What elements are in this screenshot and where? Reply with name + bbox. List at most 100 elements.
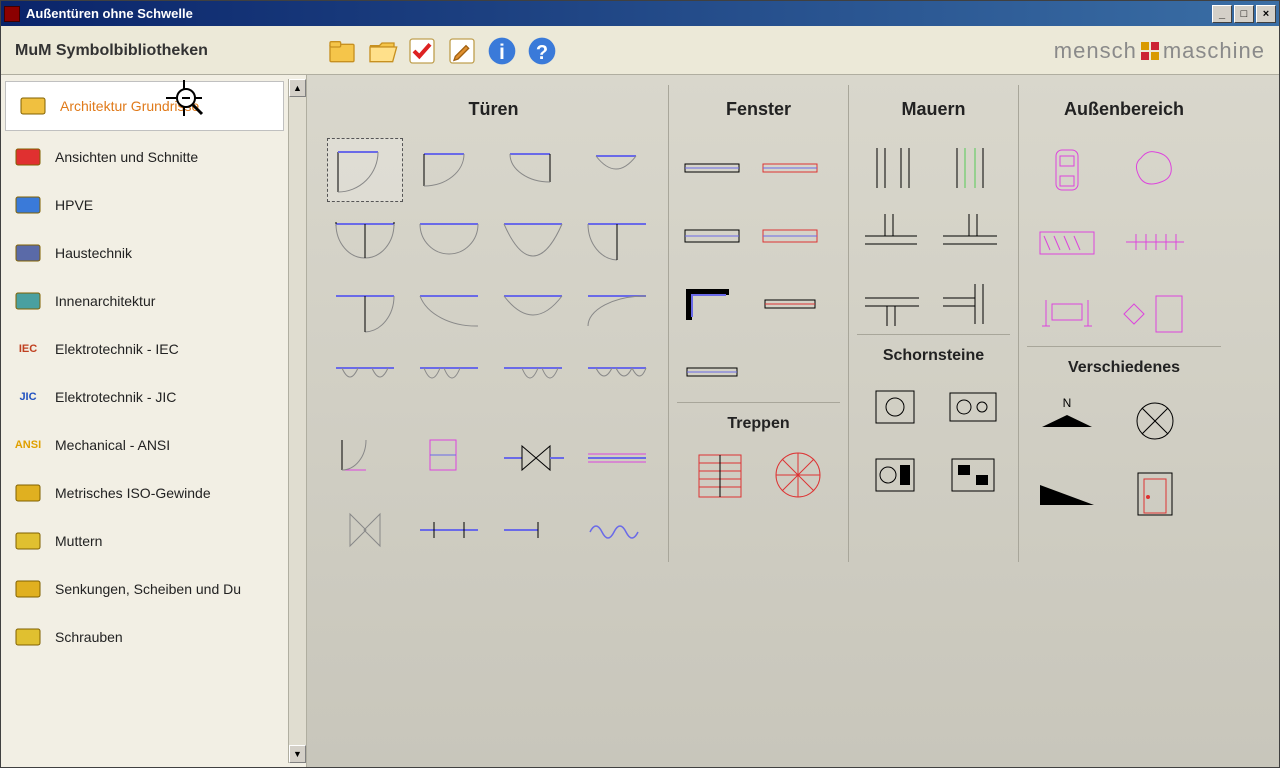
sidebar-item-9[interactable]: Muttern <box>1 517 288 565</box>
symbol-door-r6-3[interactable] <box>495 498 571 562</box>
category-tueren: Türen <box>319 85 669 562</box>
symbol-door-double-4[interactable] <box>579 210 655 274</box>
sidebar-item-label: Muttern <box>55 533 102 549</box>
sidebar-item-2[interactable]: HPVE <box>1 181 288 229</box>
symbol-door-elev[interactable] <box>1115 461 1195 525</box>
symbol-door-double-3[interactable] <box>495 210 571 274</box>
symbol-hedge[interactable] <box>1027 210 1107 274</box>
sidebar-item-1[interactable]: Ansichten und Schnitte <box>1 133 288 181</box>
symbol-stairs-straight[interactable] <box>685 445 755 505</box>
symbol-door-r5-3[interactable] <box>495 426 571 490</box>
symbol-door-r4-3[interactable] <box>495 354 571 418</box>
north-label: N <box>1063 396 1072 410</box>
symbol-wedge[interactable] <box>1027 461 1107 525</box>
category-aussenbereich: Außenbereich Verschiedenes N <box>1019 85 1229 562</box>
symbol-door-single-4[interactable] <box>579 138 655 202</box>
symbol-wall-1[interactable] <box>857 138 927 198</box>
symbol-chimney-1[interactable] <box>860 377 930 437</box>
symbol-door-r6-1[interactable] <box>327 498 403 562</box>
symbol-door-r3-2[interactable] <box>411 282 487 346</box>
symbol-circle-cross[interactable] <box>1115 389 1195 453</box>
sidebar-item-6[interactable]: JICElektrotechnik - JIC <box>1 373 288 421</box>
info-icon[interactable]: i <box>485 34 519 68</box>
category-title-treppen: Treppen <box>677 402 840 445</box>
symbol-door-double-2[interactable] <box>411 210 487 274</box>
symbol-table[interactable] <box>1027 282 1107 346</box>
symbol-door-r3-4[interactable] <box>579 282 655 346</box>
symbol-door-r5-1[interactable] <box>327 426 403 490</box>
sidebar-item-4[interactable]: Innenarchitektur <box>1 277 288 325</box>
symbol-wall-t2[interactable] <box>935 206 1005 266</box>
symbol-car[interactable] <box>1027 138 1107 202</box>
symbol-door-r3-3[interactable] <box>495 282 571 346</box>
symbol-door-r4-2[interactable] <box>411 354 487 418</box>
symbol-north-arrow[interactable]: N <box>1027 389 1107 453</box>
sidebar-item-icon: JIC <box>11 383 45 411</box>
symbol-chimney-4[interactable] <box>938 445 1008 505</box>
scroll-track[interactable] <box>289 97 306 745</box>
symbol-chimney-2[interactable] <box>938 377 1008 437</box>
symbol-door-r6-4[interactable] <box>579 498 655 562</box>
symbol-tree[interactable] <box>1115 138 1195 202</box>
sidebar-item-11[interactable]: Schrauben <box>1 613 288 661</box>
symbol-wall-t1[interactable] <box>857 206 927 266</box>
maximize-button[interactable]: □ <box>1234 5 1254 23</box>
symbol-door-r5-4[interactable] <box>579 426 655 490</box>
brand-square-icon <box>1141 42 1159 60</box>
scroll-up-icon[interactable]: ▲ <box>289 79 306 97</box>
symbol-wall-t3[interactable] <box>857 274 927 334</box>
sidebar-item-icon <box>11 143 45 171</box>
check-icon[interactable] <box>405 34 439 68</box>
sidebar-scrollbar[interactable]: ▲ ▼ <box>288 79 306 763</box>
sidebar-item-5[interactable]: IECElektrotechnik - IEC <box>1 325 288 373</box>
thumbs-mauern <box>857 138 1010 334</box>
scroll-down-icon[interactable]: ▼ <box>289 745 306 763</box>
category-mauern: Mauern Schornsteine <box>849 85 1019 562</box>
symbol-door-r5-2[interactable] <box>411 426 487 490</box>
app-icon <box>4 6 20 22</box>
sidebar-item-3[interactable]: Haustechnik <box>1 229 288 277</box>
sidebar-item-0[interactable]: Architektur Grundrisse <box>5 81 284 131</box>
sidebar-item-10[interactable]: Senkungen, Scheiben und Du <box>1 565 288 613</box>
symbol-window-3[interactable] <box>677 206 747 266</box>
toolbar-buttons: i ? <box>325 34 559 68</box>
sidebar-item-icon <box>11 575 45 603</box>
symbol-chimney-3[interactable] <box>860 445 930 505</box>
edit-icon[interactable] <box>445 34 479 68</box>
symbol-window-5[interactable] <box>755 274 825 334</box>
close-button[interactable]: × <box>1256 5 1276 23</box>
symbol-door-single-2[interactable] <box>411 138 487 202</box>
symbol-window-corner[interactable] <box>677 274 747 334</box>
symbol-window-6[interactable] <box>677 342 747 402</box>
symbol-door-double-1[interactable] <box>327 210 403 274</box>
open-folder-icon[interactable] <box>365 34 399 68</box>
symbol-outdoor-misc[interactable] <box>1115 282 1195 346</box>
symbol-stairs-spiral[interactable] <box>763 445 833 505</box>
sidebar-list: Architektur GrundrisseAnsichten und Schn… <box>1 79 288 763</box>
symbol-door-r6-2[interactable] <box>411 498 487 562</box>
help-icon[interactable]: ? <box>525 34 559 68</box>
symbol-window-1[interactable] <box>677 138 747 198</box>
folder-icon[interactable] <box>325 34 359 68</box>
symbol-door-single-1[interactable] <box>327 138 403 202</box>
symbol-fence[interactable] <box>1115 210 1195 274</box>
symbol-wall-2[interactable] <box>935 138 1005 198</box>
toolbar: MuM Symbolbibliotheken i ? mensch <box>1 26 1279 75</box>
thumbs-fenster <box>677 138 840 402</box>
symbol-door-r4-1[interactable] <box>327 354 403 418</box>
sidebar: Architektur GrundrisseAnsichten und Schn… <box>1 75 307 767</box>
symbol-door-r3-1[interactable] <box>327 282 403 346</box>
thumbs-tueren <box>327 138 660 562</box>
sidebar-item-label: Elektrotechnik - IEC <box>55 341 179 357</box>
minimize-button[interactable]: _ <box>1212 5 1232 23</box>
sidebar-item-8[interactable]: Metrisches ISO-Gewinde <box>1 469 288 517</box>
symbol-window-2[interactable] <box>755 138 825 198</box>
symbol-door-r4-4[interactable] <box>579 354 655 418</box>
symbol-area: Türen <box>307 75 1279 767</box>
symbol-window-4[interactable] <box>755 206 825 266</box>
category-fenster: Fenster Treppen <box>669 85 849 562</box>
category-title-tueren: Türen <box>327 85 660 138</box>
symbol-wall-t4[interactable] <box>935 274 1005 334</box>
sidebar-item-7[interactable]: ANSIMechanical - ANSI <box>1 421 288 469</box>
symbol-door-single-3[interactable] <box>495 138 571 202</box>
